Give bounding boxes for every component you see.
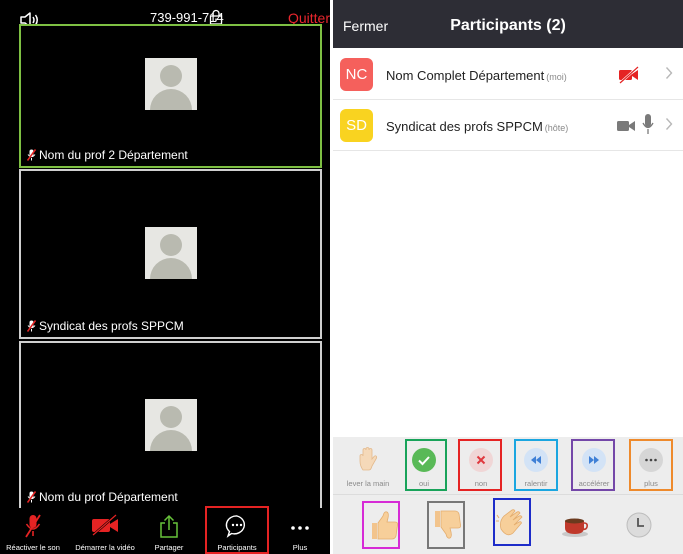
mic-muted-icon: [27, 320, 36, 332]
highlight-frame: [458, 439, 502, 491]
ellipsis-icon: [291, 526, 309, 530]
mic-muted-icon: [25, 514, 41, 538]
tile-name-label: Syndicat des profs SPPCM: [27, 319, 184, 333]
divider: [333, 494, 683, 495]
participant-row[interactable]: NC Nom Complet Département (moi): [333, 50, 683, 100]
reactions-bar: lever la main oui non ralentir accélérer…: [333, 437, 683, 554]
highlight-frame: [362, 501, 400, 549]
avatar-placeholder: [144, 227, 197, 279]
raise-hand-icon: [359, 447, 378, 471]
video-off-icon: [619, 66, 639, 84]
participant-name: Syndicat des profs SPPCM (hôte): [386, 119, 569, 134]
microphone-icon: [642, 114, 654, 134]
video-off-icon: [92, 514, 118, 536]
coffee-icon[interactable]: [557, 507, 593, 543]
start-video-button[interactable]: Démarrer la vidéo: [67, 508, 143, 554]
lock-icon: [209, 9, 223, 25]
mic-muted-icon: [27, 149, 36, 161]
highlight-frame: [571, 439, 615, 491]
meeting-toolbar: Réactiver le son Démarrer la vidéo Parta…: [0, 508, 330, 554]
video-tile[interactable]: Nom du prof Département: [19, 341, 322, 510]
raise-hand-button[interactable]: lever la main: [345, 440, 391, 490]
share-icon: [160, 514, 178, 538]
clock-icon[interactable]: [621, 507, 657, 543]
mic-muted-icon: [27, 491, 36, 503]
participant-row[interactable]: SD Syndicat des profs SPPCM (hôte): [333, 101, 683, 151]
video-icon: [617, 121, 635, 131]
participants-panel: Participants (2) Fermer NC Nom Complet D…: [333, 0, 683, 554]
share-button[interactable]: Partager: [145, 508, 193, 554]
chevron-right-icon: [665, 67, 673, 79]
highlight-frame: [514, 439, 558, 491]
avatar: SD: [340, 109, 373, 142]
more-button[interactable]: Plus: [276, 508, 324, 554]
panel-header: Participants (2) Fermer: [333, 0, 683, 48]
video-tile[interactable]: Nom du prof 2 Département: [19, 24, 322, 168]
avatar: NC: [340, 58, 373, 91]
highlight-frame: [427, 501, 465, 549]
highlight-frame: [493, 498, 531, 546]
chevron-right-icon: [665, 118, 673, 130]
tile-name-label: Nom du prof Département: [27, 490, 178, 504]
participant-name: Nom Complet Département (moi): [386, 68, 567, 83]
highlight-frame: [629, 439, 673, 491]
avatar-placeholder: [144, 58, 197, 110]
avatar-placeholder: [144, 399, 197, 451]
highlight-frame: [405, 439, 447, 491]
unmute-button[interactable]: Réactiver le son: [0, 508, 66, 554]
video-tile[interactable]: Syndicat des profs SPPCM: [19, 169, 322, 339]
highlight-frame: [205, 506, 269, 554]
meeting-view: 739-991-714 Quitter Nom du prof 2 Départ…: [0, 0, 330, 554]
tile-name-label: Nom du prof 2 Département: [27, 148, 188, 162]
close-button[interactable]: Fermer: [343, 18, 388, 34]
